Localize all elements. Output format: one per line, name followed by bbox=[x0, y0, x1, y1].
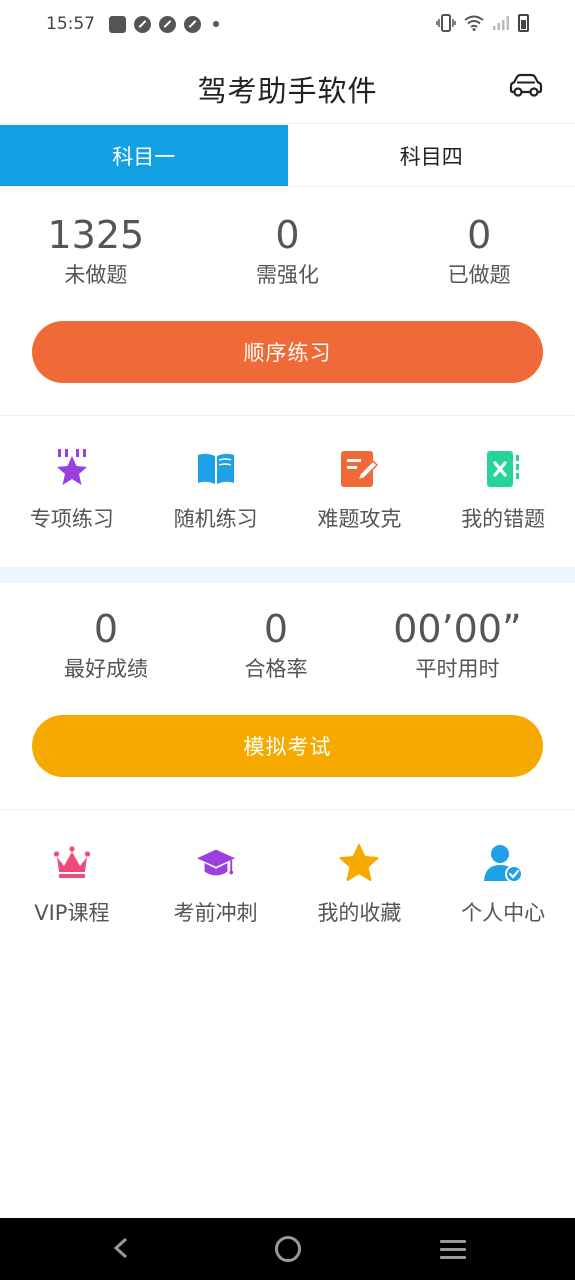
user-check-icon bbox=[483, 843, 524, 883]
battery-icon bbox=[518, 14, 529, 32]
bag-notification-icon bbox=[109, 15, 126, 33]
stat-done: 0 已做题 bbox=[383, 213, 575, 289]
stat-value: 1325 bbox=[47, 213, 145, 257]
practice-stats: 1325 未做题 0 需强化 0 已做题 bbox=[0, 213, 575, 289]
section-separator bbox=[0, 567, 575, 583]
menu-item-label: 我的收藏 bbox=[317, 901, 402, 925]
status-bar: 15:57 bbox=[0, 0, 575, 48]
menu-item-label: 我的错题 bbox=[461, 507, 546, 531]
stat-label: 需强化 bbox=[256, 263, 319, 287]
divider bbox=[0, 415, 575, 416]
car-icon[interactable] bbox=[507, 72, 545, 100]
stat-value: 0 bbox=[275, 213, 300, 257]
stat-label: 平时用时 bbox=[415, 657, 500, 681]
home-icon[interactable] bbox=[275, 1236, 301, 1262]
status-right-icons bbox=[436, 14, 529, 32]
menu-item-vip-course[interactable]: VIP课程 bbox=[0, 843, 144, 927]
tab-subject-four[interactable]: 科目四 bbox=[288, 125, 575, 186]
menu-item-personal-center[interactable]: 个人中心 bbox=[431, 843, 575, 927]
stat-pass-rate: 0 合格率 bbox=[212, 607, 340, 683]
stat-label: 合格率 bbox=[244, 657, 308, 681]
stat-value: 0 bbox=[93, 607, 119, 651]
wifi-icon bbox=[464, 15, 484, 31]
open-book-icon bbox=[196, 449, 236, 489]
stat-best-score: 0 最好成绩 bbox=[0, 607, 212, 683]
stat-undone: 1325 未做题 bbox=[0, 213, 192, 289]
menu-item-hard-questions[interactable]: 难题攻克 bbox=[288, 449, 432, 533]
signal-icon bbox=[493, 16, 509, 30]
stat-label: 未做题 bbox=[64, 263, 128, 287]
stat-label: 已做题 bbox=[447, 263, 511, 287]
menu-item-my-favorites[interactable]: 我的收藏 bbox=[288, 843, 432, 927]
graduation-cap-icon bbox=[196, 843, 236, 883]
practice-menu: 专项练习 随机练习 难题攻克 我的错题 bbox=[0, 449, 575, 533]
notification-icons bbox=[109, 15, 219, 33]
menu-item-label: 考前冲刺 bbox=[173, 901, 258, 925]
app-header: 驾考助手软件 bbox=[0, 48, 575, 124]
gauge-notification-icon bbox=[134, 15, 151, 33]
vibrate-icon bbox=[436, 14, 456, 32]
menu-item-random-practice[interactable]: 随机练习 bbox=[144, 449, 288, 533]
exam-stats: 0 最好成绩 0 合格率 00’00” 平时用时 bbox=[0, 607, 575, 683]
back-icon[interactable] bbox=[112, 1238, 132, 1258]
recent-apps-icon[interactable] bbox=[440, 1240, 466, 1260]
tab-subject-one[interactable]: 科目一 bbox=[0, 125, 288, 186]
page-title: 驾考助手软件 bbox=[197, 74, 378, 108]
edit-note-icon bbox=[339, 449, 379, 489]
mock-exam-button[interactable]: 模拟考试 bbox=[32, 715, 543, 777]
stat-avg-time: 00’00” 平时用时 bbox=[340, 607, 575, 683]
status-time: 15:57 bbox=[46, 14, 95, 34]
star-icon bbox=[339, 843, 379, 883]
gauge-notification-icon bbox=[184, 15, 201, 33]
stat-needs-review: 0 需强化 bbox=[192, 213, 384, 289]
stat-value: 0 bbox=[467, 213, 492, 257]
menu-item-label: 个人中心 bbox=[461, 901, 546, 925]
menu-item-label: VIP课程 bbox=[34, 901, 110, 925]
menu-item-label: 随机练习 bbox=[173, 507, 258, 531]
gauge-notification-icon bbox=[159, 15, 176, 33]
menu-item-final-sprint[interactable]: 考前冲刺 bbox=[144, 843, 288, 927]
menu-item-label: 难题攻克 bbox=[317, 507, 402, 531]
menu-item-label: 专项练习 bbox=[29, 507, 114, 531]
more-menu: VIP课程 考前冲刺 我的收藏 个人中心 bbox=[0, 843, 575, 927]
menu-item-special-practice[interactable]: 专项练习 bbox=[0, 449, 144, 533]
subject-tabs: 科目一 科目四 bbox=[0, 125, 575, 187]
divider bbox=[0, 809, 575, 810]
wrong-answer-icon bbox=[483, 449, 523, 489]
more-notifications-dot-icon bbox=[213, 21, 219, 27]
stat-value: 0 bbox=[263, 607, 289, 651]
stat-value: 00’00” bbox=[393, 607, 522, 651]
star-badge-icon bbox=[52, 449, 92, 489]
sequential-practice-button[interactable]: 顺序练习 bbox=[32, 321, 543, 383]
system-nav-bar bbox=[0, 1218, 575, 1280]
crown-icon bbox=[52, 843, 92, 883]
stat-label: 最好成绩 bbox=[64, 657, 148, 681]
menu-item-my-mistakes[interactable]: 我的错题 bbox=[431, 449, 575, 533]
